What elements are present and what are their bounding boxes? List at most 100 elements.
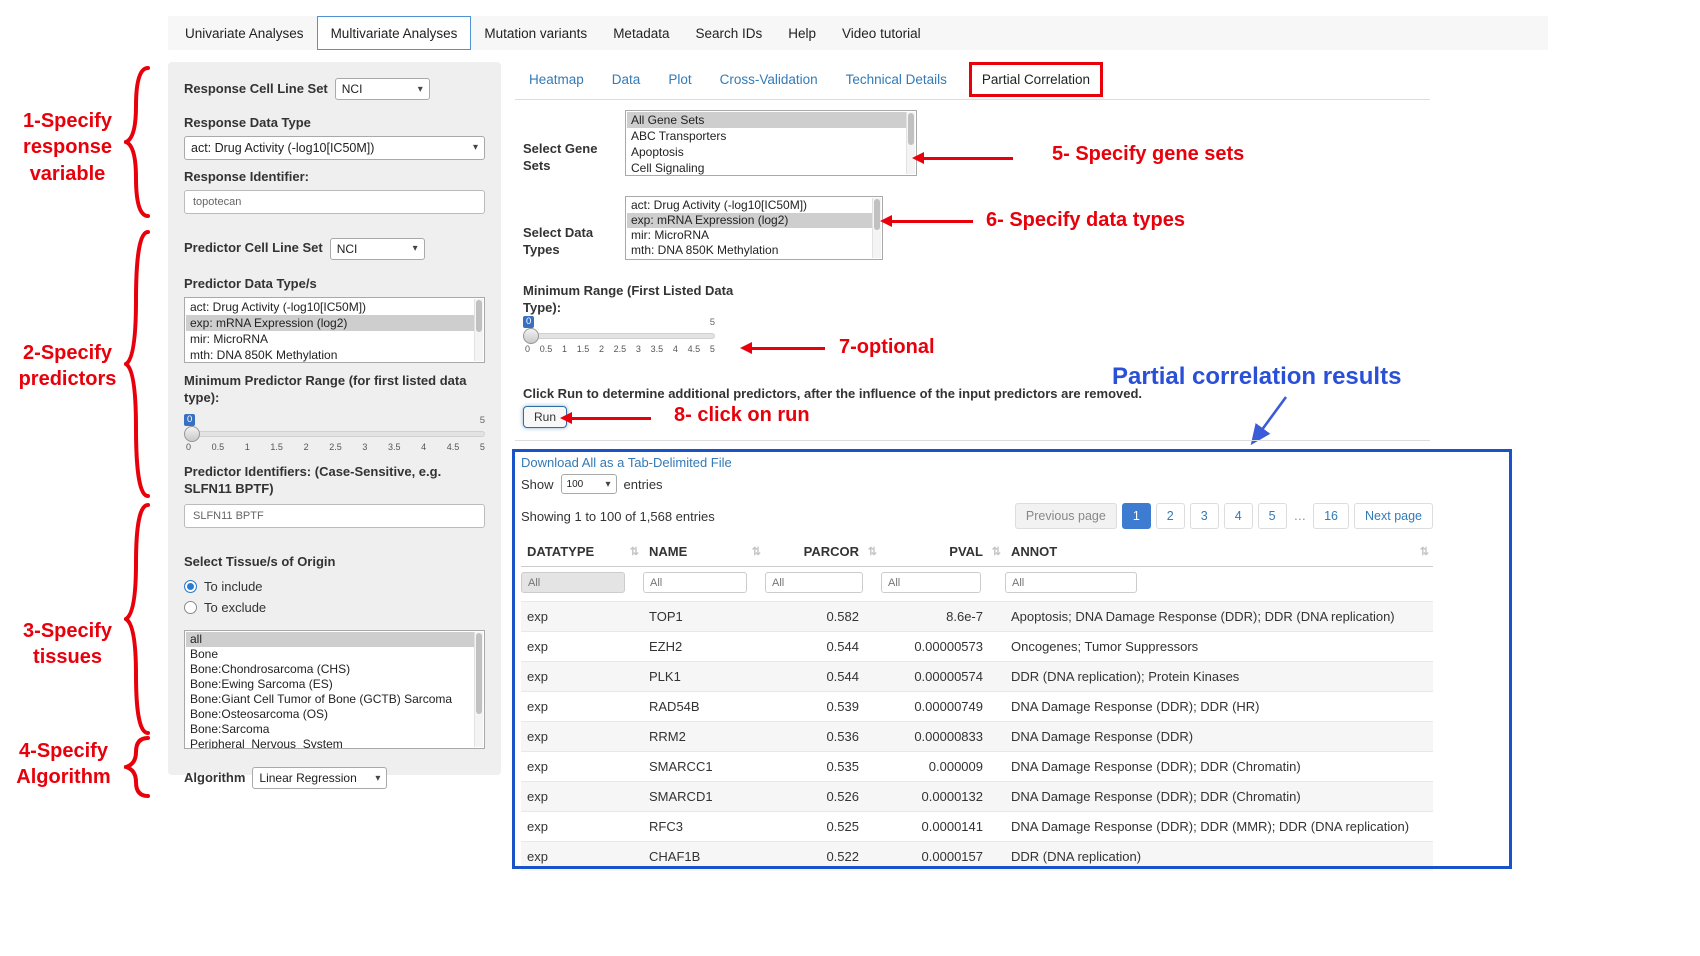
- table-row[interactable]: exp CHAF1B 0.522 0.0000157 DDR (DNA repl…: [521, 842, 1433, 872]
- cell-parcor: 0.522: [765, 842, 881, 872]
- nav-video-tutorial[interactable]: Video tutorial: [829, 16, 934, 50]
- column-header-annot[interactable]: ANNOT ⇅: [1005, 537, 1433, 567]
- listbox-option[interactable]: Bone:Osteosarcoma (OS): [186, 707, 483, 722]
- tissue-include-radio[interactable]: To include: [184, 577, 485, 595]
- table-row[interactable]: exp EZH2 0.544 0.00000573 Oncogenes; Tum…: [521, 632, 1433, 662]
- slider-handle[interactable]: [523, 328, 539, 344]
- listbox-option[interactable]: mth: DNA 850K Methylation: [627, 243, 881, 258]
- scrollbar[interactable]: [474, 299, 483, 361]
- listbox-option[interactable]: Bone:Ewing Sarcoma (ES): [186, 677, 483, 692]
- page-button-3[interactable]: 3: [1190, 503, 1219, 529]
- table-row[interactable]: exp TOP1 0.582 8.6e-7 Apoptosis; DNA Dam…: [521, 602, 1433, 632]
- slider-track[interactable]: [523, 333, 715, 339]
- scrollbar[interactable]: [474, 632, 483, 747]
- listbox-option[interactable]: Bone:Sarcoma: [186, 722, 483, 737]
- page-button-5[interactable]: 5: [1258, 503, 1287, 529]
- tissue-exclude-radio[interactable]: To exclude: [184, 598, 485, 616]
- table-row[interactable]: exp PLK1 0.544 0.00000574 DDR (DNA repli…: [521, 662, 1433, 692]
- cell-pval: 0.00000749: [881, 692, 1005, 722]
- sort-icon[interactable]: ⇅: [868, 545, 877, 558]
- listbox-option[interactable]: mth: DNA 850K Methylation: [186, 347, 483, 363]
- nav-multivariate-analyses[interactable]: Multivariate Analyses: [317, 16, 472, 50]
- cell-parcor: 0.544: [765, 632, 881, 662]
- scrollbar[interactable]: [872, 198, 881, 258]
- table-row[interactable]: exp RAD54B 0.539 0.00000749 DNA Damage R…: [521, 692, 1433, 722]
- listbox-option[interactable]: Bone:Chondrosarcoma (CHS): [186, 662, 483, 677]
- tab-data[interactable]: Data: [598, 63, 655, 96]
- tab-cross-validation[interactable]: Cross-Validation: [706, 63, 832, 96]
- tab-technical-details[interactable]: Technical Details: [832, 63, 961, 96]
- table-row[interactable]: exp SMARCD1 0.526 0.0000132 DNA Damage R…: [521, 782, 1433, 812]
- predictor-identifiers-input[interactable]: [184, 504, 485, 528]
- predictor-cell-line-select[interactable]: NCI ▾: [330, 238, 425, 260]
- response-identifier-input[interactable]: [184, 190, 485, 214]
- annotation-step5: 5- Specify gene sets: [1052, 143, 1244, 166]
- listbox-option[interactable]: act: Drug Activity (-log10[IC50M]): [627, 198, 881, 213]
- scrollbar-thumb[interactable]: [476, 300, 482, 332]
- next-page-button[interactable]: Next page: [1354, 503, 1433, 529]
- listbox-option-selected[interactable]: exp: mRNA Expression (log2): [627, 213, 881, 228]
- page-button-2[interactable]: 2: [1156, 503, 1185, 529]
- filter-datatype-input[interactable]: [521, 572, 625, 593]
- scrollbar-thumb[interactable]: [476, 633, 482, 714]
- listbox-option[interactable]: act: Drug Activity (-log10[IC50M]): [186, 299, 483, 315]
- table-row[interactable]: exp RRM2 0.536 0.00000833 DNA Damage Res…: [521, 722, 1433, 752]
- gene-sets-listbox[interactable]: All Gene Sets ABC Transporters Apoptosis…: [625, 110, 917, 176]
- slider-ticks: 0 0.5 1 1.5 2 2.5 3 3.5 4 4.5 5: [186, 442, 485, 452]
- listbox-option[interactable]: Apoptosis: [627, 144, 915, 160]
- sort-icon[interactable]: ⇅: [992, 545, 1001, 558]
- filter-parcor-input[interactable]: [765, 572, 863, 593]
- page-size-value: 100: [567, 479, 584, 490]
- listbox-option[interactable]: mir: MicroRNA: [627, 228, 881, 243]
- listbox-option-selected[interactable]: all: [186, 632, 483, 647]
- filter-pval-input[interactable]: [881, 572, 981, 593]
- slider-value-badge: 0: [523, 316, 534, 328]
- listbox-option[interactable]: ABC Transporters: [627, 128, 915, 144]
- algorithm-select[interactable]: Linear Regression ▾: [252, 767, 387, 789]
- response-data-type-select[interactable]: act: Drug Activity (-log10[IC50M]) ▾: [184, 136, 485, 160]
- scrollbar[interactable]: [906, 112, 915, 174]
- listbox-option[interactable]: Peripheral_Nervous_System: [186, 737, 483, 749]
- tab-plot[interactable]: Plot: [654, 63, 705, 96]
- sort-icon[interactable]: ⇅: [630, 545, 639, 558]
- predictor-data-types-listbox[interactable]: act: Drug Activity (-log10[IC50M]) exp: …: [184, 297, 485, 363]
- page-size-select[interactable]: 100 ▾: [561, 474, 617, 494]
- filter-name-input[interactable]: [643, 572, 747, 593]
- previous-page-button[interactable]: Previous page: [1015, 503, 1117, 529]
- sort-icon[interactable]: ⇅: [752, 545, 761, 558]
- column-header-datatype[interactable]: DATATYPE ⇅: [521, 537, 643, 567]
- listbox-option-selected[interactable]: exp: mRNA Expression (log2): [186, 315, 483, 331]
- slider-track[interactable]: [184, 431, 485, 437]
- listbox-option[interactable]: Cell Signaling: [627, 160, 915, 176]
- listbox-option[interactable]: Bone: [186, 647, 483, 662]
- filter-annot-input[interactable]: [1005, 572, 1137, 593]
- column-header-pval[interactable]: PVAL ⇅: [881, 537, 1005, 567]
- sort-icon[interactable]: ⇅: [1420, 545, 1429, 558]
- page-button-1[interactable]: 1: [1122, 503, 1151, 529]
- min-predictor-range-slider[interactable]: 0 5 0 0.5 1 1.5 2 2.5 3 3.5 4 4.5 5: [184, 414, 485, 456]
- slider-handle[interactable]: [184, 426, 200, 442]
- min-range-slider[interactable]: 0 5 0 0.5 1 1.5 2 2.5 3 3.5 4 4.5 5: [523, 316, 715, 358]
- tab-heatmap[interactable]: Heatmap: [515, 63, 598, 96]
- listbox-option-selected[interactable]: All Gene Sets: [627, 112, 915, 128]
- nav-help[interactable]: Help: [775, 16, 829, 50]
- tab-partial-correlation[interactable]: Partial Correlation: [969, 62, 1103, 97]
- column-header-name[interactable]: NAME ⇅: [643, 537, 765, 567]
- table-row[interactable]: exp SMARCC1 0.535 0.000009 DNA Damage Re…: [521, 752, 1433, 782]
- page-button-4[interactable]: 4: [1224, 503, 1253, 529]
- listbox-option[interactable]: mir: MicroRNA: [186, 331, 483, 347]
- data-types-listbox[interactable]: act: Drug Activity (-log10[IC50M]) exp: …: [625, 196, 883, 260]
- nav-univariate-analyses[interactable]: Univariate Analyses: [172, 16, 317, 50]
- download-link[interactable]: Download All as a Tab-Delimited File: [521, 455, 732, 470]
- response-cell-line-select[interactable]: NCI ▾: [335, 78, 430, 100]
- nav-search-ids[interactable]: Search IDs: [682, 16, 775, 50]
- nav-mutation-variants[interactable]: Mutation variants: [471, 16, 600, 50]
- page-button-16[interactable]: 16: [1313, 503, 1349, 529]
- gene-sets-label: Select Gene Sets: [523, 141, 615, 176]
- scrollbar-thumb[interactable]: [908, 113, 914, 145]
- nav-metadata[interactable]: Metadata: [600, 16, 682, 50]
- tissue-listbox[interactable]: all Bone Bone:Chondrosarcoma (CHS) Bone:…: [184, 630, 485, 749]
- column-header-parcor[interactable]: PARCOR ⇅: [765, 537, 881, 567]
- table-row[interactable]: exp RFC3 0.525 0.0000141 DNA Damage Resp…: [521, 812, 1433, 842]
- listbox-option[interactable]: Bone:Giant Cell Tumor of Bone (GCTB) Sar…: [186, 692, 483, 707]
